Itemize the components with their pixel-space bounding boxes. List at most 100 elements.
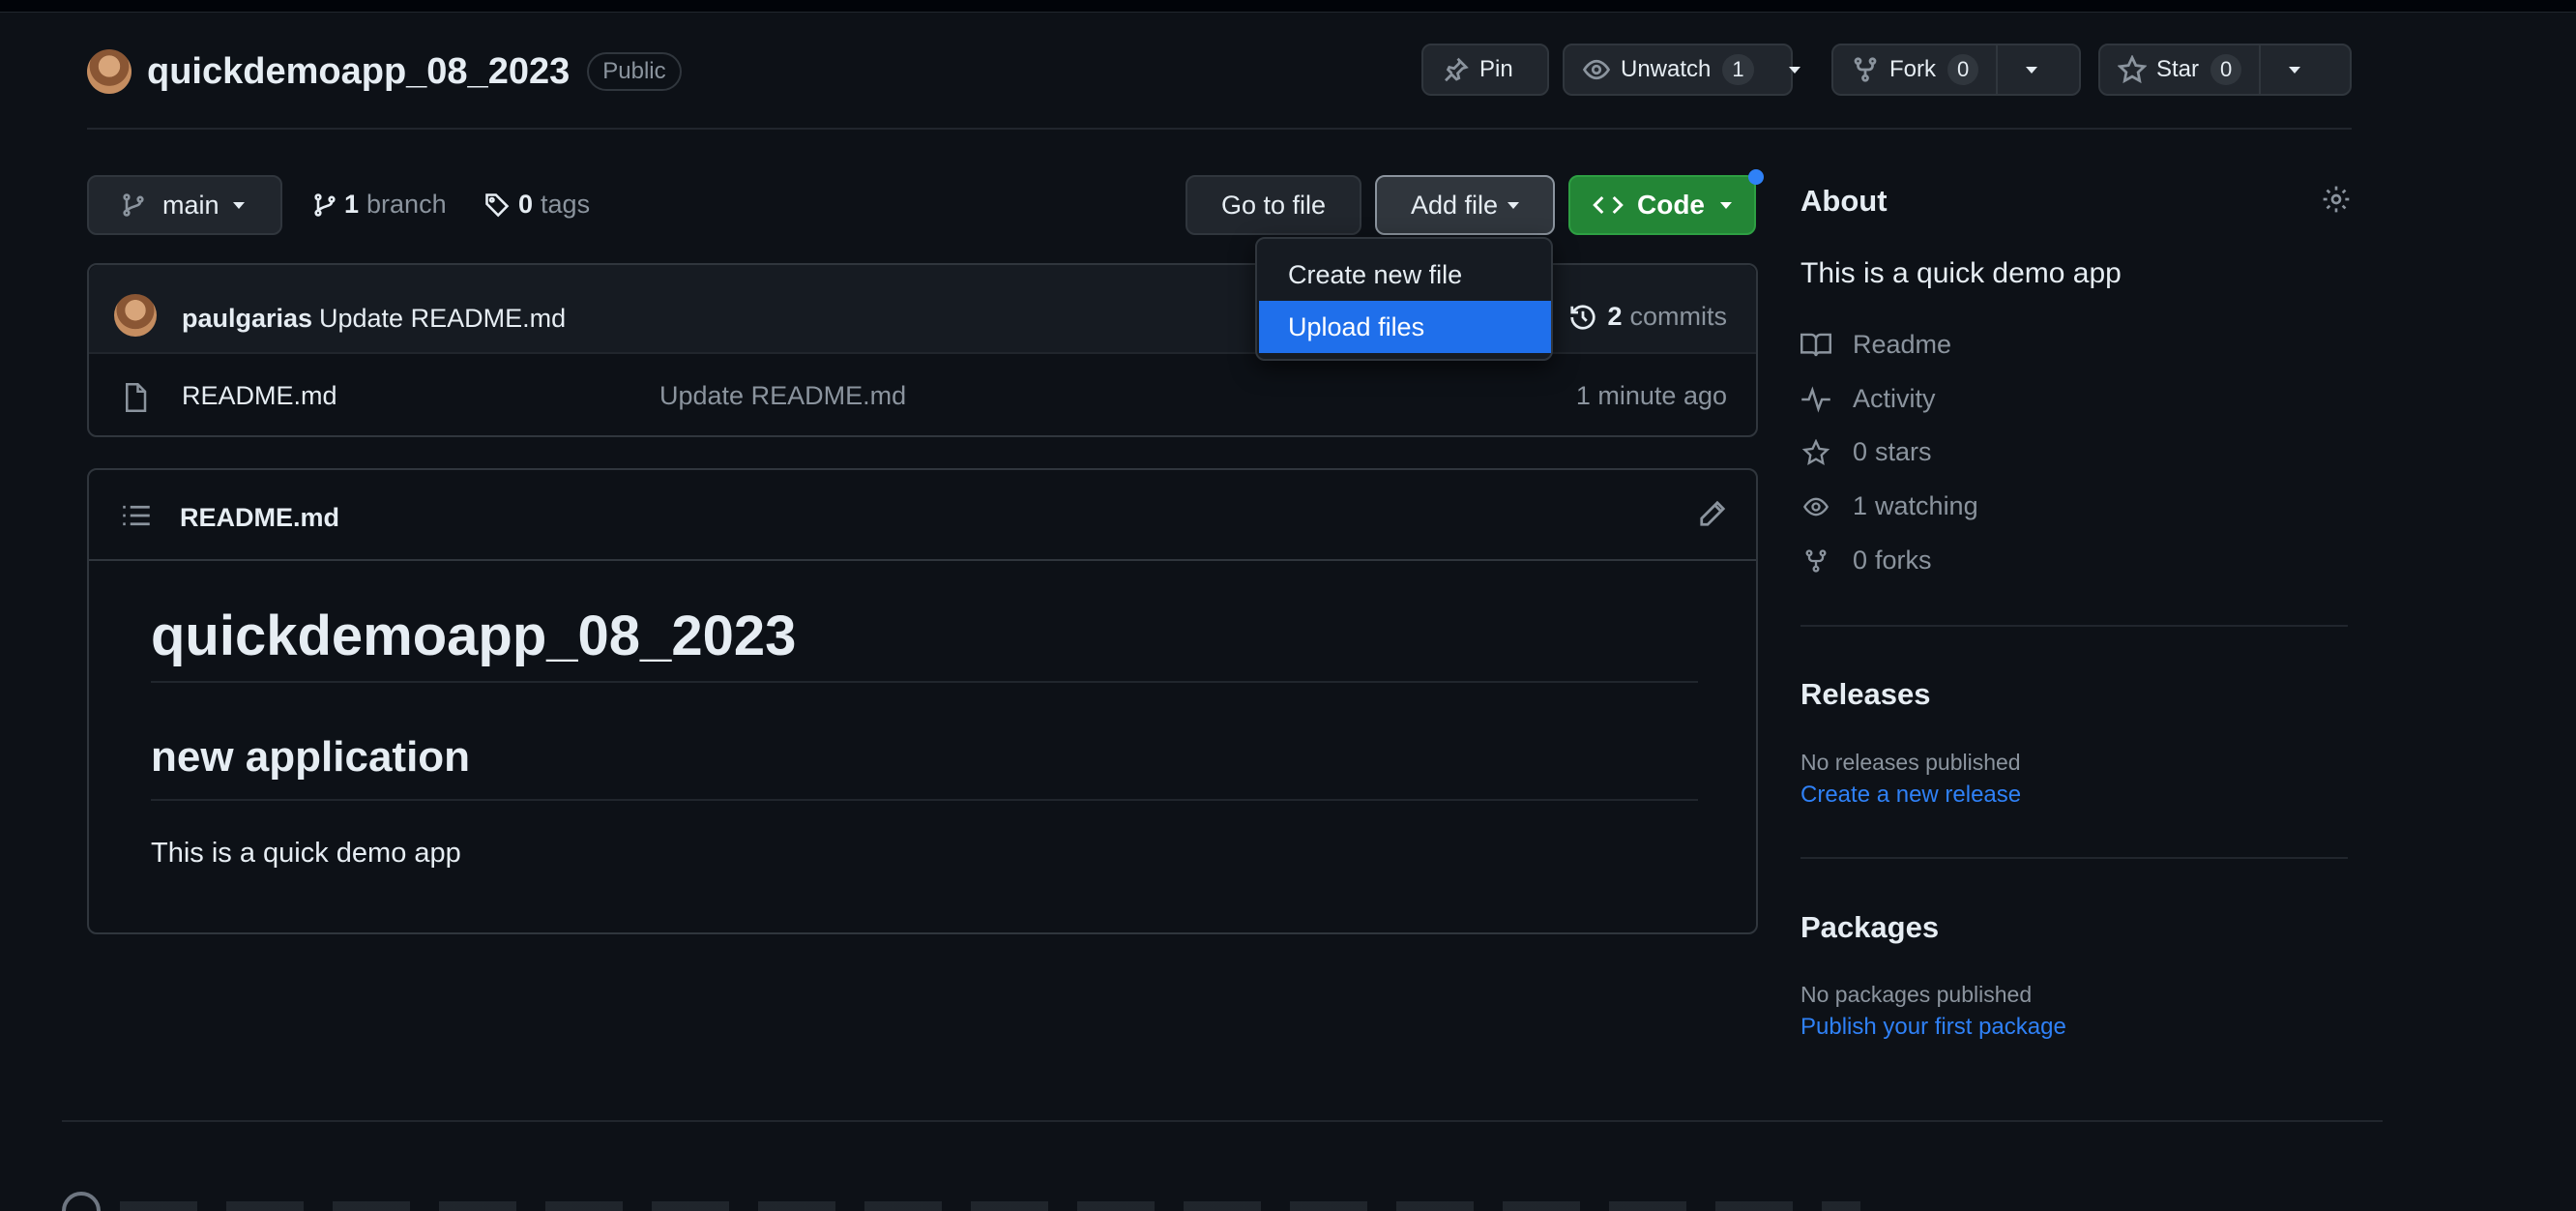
watching-label: watching: [1875, 491, 1978, 520]
chevron-down-icon: [1508, 201, 1520, 209]
branch-count: 1: [344, 190, 360, 219]
readme-title: README.md: [180, 503, 340, 532]
branches-link[interactable]: 1 branch: [311, 190, 447, 220]
repo-header: quickdemoapp_08_2023 Public: [87, 49, 682, 94]
commits-link[interactable]: 2 commits: [1568, 302, 1727, 332]
book-icon: [1800, 333, 1831, 356]
file-age: 1 minute ago: [1575, 381, 1727, 410]
fork-icon: [1854, 57, 1877, 82]
watch-count: 1: [1722, 54, 1754, 85]
tag-count: 0: [518, 190, 534, 219]
star-button[interactable]: Star 0: [2098, 44, 2352, 96]
notification-dot: [1748, 169, 1764, 185]
pin-icon: [1445, 57, 1469, 82]
file-icon: [126, 383, 147, 412]
fork-button[interactable]: Fork 0: [1831, 44, 2081, 96]
branch-name: main: [162, 190, 220, 220]
commit-author-avatar[interactable]: [114, 294, 157, 337]
watching-count: 1: [1853, 491, 1868, 520]
fork-icon: [1805, 548, 1827, 573]
file-commit-message[interactable]: Update README.md: [659, 381, 906, 411]
pin-label: Pin: [1479, 56, 1513, 82]
watching-link[interactable]: 1 watching: [1800, 491, 1978, 521]
add-file-menu: Create new file Upload files: [1255, 237, 1553, 361]
stars-count: 0: [1853, 437, 1868, 466]
upload-files-item[interactable]: Upload files: [1259, 301, 1551, 353]
sidebar-divider: [1800, 625, 2348, 627]
readme-paragraph: This is a quick demo app: [151, 838, 461, 869]
releases-empty-text: No releases published: [1800, 750, 2021, 775]
file-row[interactable]: README.md Update README.md 1 minute ago: [89, 354, 1756, 437]
fork-label: Fork: [1889, 56, 1936, 82]
footer-divider: [62, 1120, 2383, 1122]
readme-panel: README.md quickdemoapp_08_2023 new appli…: [87, 468, 1758, 934]
go-to-file-button[interactable]: Go to file: [1186, 175, 1361, 235]
forks-count: 0: [1853, 546, 1868, 575]
packages-title[interactable]: Packages: [1800, 910, 1939, 945]
packages-empty-text: No packages published: [1800, 982, 2033, 1007]
add-file-label: Add file: [1410, 190, 1499, 220]
activity-link-label: Activity: [1853, 384, 1936, 413]
gear-icon[interactable]: [2321, 184, 2352, 215]
create-new-file-item[interactable]: Create new file: [1259, 249, 1551, 301]
forks-label: forks: [1875, 546, 1932, 575]
commit-author[interactable]: paulgarias: [182, 304, 312, 334]
code-button[interactable]: Code: [1568, 175, 1756, 235]
repo-name[interactable]: quickdemoapp_08_2023: [147, 51, 570, 93]
stars-label: stars: [1875, 437, 1932, 466]
history-icon: [1570, 304, 1596, 330]
branch-select[interactable]: main: [87, 175, 282, 235]
sidebar-divider: [1800, 857, 2348, 859]
footer-links: [120, 1201, 1860, 1211]
readme-header: README.md: [89, 470, 1756, 561]
about-title: About: [1800, 184, 1888, 218]
chevron-down-icon[interactable]: [2289, 66, 2301, 74]
eye-icon: [1802, 497, 1830, 516]
visibility-badge: Public: [587, 52, 682, 91]
about-description: This is a quick demo app: [1800, 257, 2122, 289]
header-divider: [87, 128, 2352, 130]
branch-icon: [123, 193, 144, 217]
add-file-button[interactable]: Add file: [1375, 175, 1555, 235]
releases-title[interactable]: Releases: [1800, 677, 1930, 712]
list-icon[interactable]: [122, 503, 151, 528]
chevron-down-icon: [1720, 201, 1732, 209]
star-label: Star: [2156, 56, 2200, 82]
commit-count: 2: [1607, 302, 1623, 331]
heading-divider: [151, 681, 1698, 683]
publish-package-link[interactable]: Publish your first package: [1800, 1014, 2066, 1041]
unwatch-button[interactable]: Unwatch 1: [1563, 44, 1800, 96]
code-icon: [1593, 195, 1624, 215]
owner-avatar[interactable]: [87, 49, 132, 94]
forks-link[interactable]: 0 forks: [1800, 546, 1932, 576]
tags-link[interactable]: 0 tags: [483, 190, 590, 220]
file-name[interactable]: README.md: [182, 381, 337, 411]
pin-button[interactable]: Pin: [1421, 44, 1549, 96]
code-label: Code: [1637, 190, 1705, 220]
readme-subheading: new application: [151, 733, 471, 781]
github-repo-page: { "repo": {"name": "quickdemoapp_08_2023…: [0, 0, 2576, 1211]
unwatch-label: Unwatch: [1621, 56, 1712, 82]
pencil-icon[interactable]: [1698, 499, 1727, 528]
tag-icon: [485, 192, 510, 217]
commit-message[interactable]: Update README.md: [319, 304, 566, 334]
stars-link[interactable]: 0 stars: [1800, 437, 1932, 467]
chevron-down-icon[interactable]: [2026, 66, 2038, 74]
star-icon: [1801, 438, 1830, 465]
branch-count-label: branch: [366, 190, 447, 219]
star-icon: [2118, 55, 2147, 84]
readme-heading: quickdemoapp_08_2023: [151, 605, 797, 667]
tag-count-label: tags: [541, 190, 591, 219]
chevron-down-icon: [232, 201, 245, 209]
create-release-link[interactable]: Create a new release: [1800, 782, 2021, 809]
eye-icon: [1582, 59, 1611, 80]
star-count: 0: [2210, 54, 2242, 85]
readme-link-label: Readme: [1853, 330, 1952, 359]
fork-count: 0: [1947, 54, 1979, 85]
activity-link[interactable]: Activity: [1800, 384, 1936, 414]
readme-link[interactable]: Readme: [1800, 330, 1951, 360]
pulse-icon: [1801, 385, 1830, 413]
chevron-down-icon[interactable]: [1788, 66, 1800, 74]
github-logo-icon[interactable]: [62, 1192, 101, 1211]
top-nav-edge: [0, 0, 2576, 13]
